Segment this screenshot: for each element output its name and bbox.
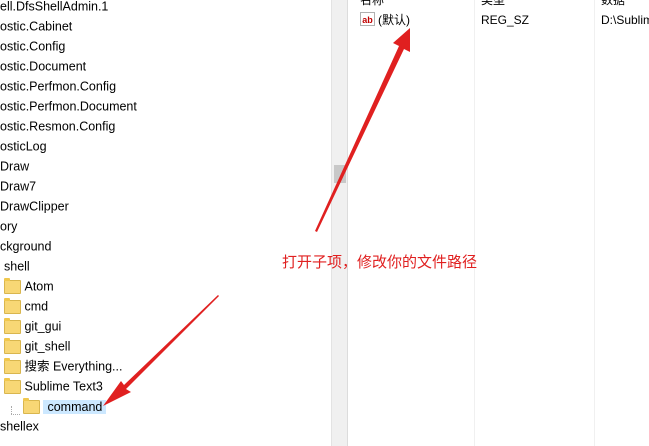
annotation-arrows xyxy=(103,28,410,406)
annotation-text: 打开子项，修改你的文件路径 xyxy=(282,253,478,271)
arrow-to-command-key xyxy=(103,295,219,406)
arrow-to-default-value xyxy=(315,28,410,232)
